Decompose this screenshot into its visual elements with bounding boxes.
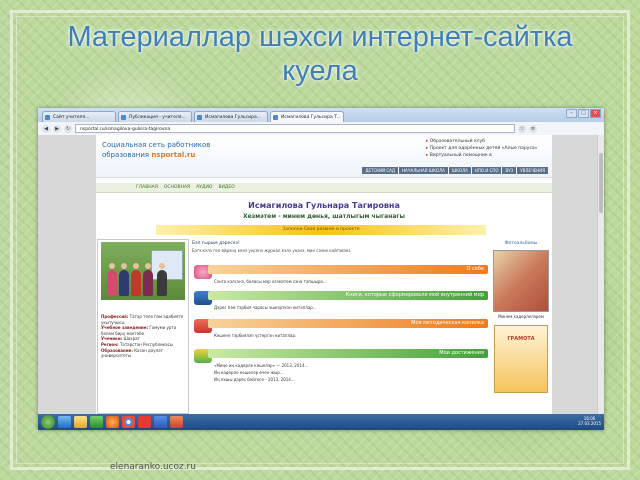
page-subtitle: Хезмэтем - минем дөнья, шатлыгым чыганаг… xyxy=(243,213,405,220)
forward-icon[interactable]: ▶ xyxy=(53,124,61,133)
slide-caption: elenaranko.ucoz.ru xyxy=(110,462,196,472)
site-header: Социальная сеть работников образования n… xyxy=(96,135,552,178)
chrome-icon[interactable] xyxy=(122,416,135,428)
sub-nav-item[interactable]: АУДИО xyxy=(196,183,212,192)
description-text: Бэгэ кэлэ гел өйрэнү кенэ уңсенэ журнал … xyxy=(192,248,351,253)
header-link[interactable]: Проект для одарённых детей «Алые паруса» xyxy=(426,145,538,152)
slide-title-line1: Материаллар шәхси интернет-сайтка xyxy=(67,21,573,53)
header-link[interactable]: Виртуальный помощник в xyxy=(426,152,537,159)
slide-title: Материаллар шәхси интернет-сайтка куела xyxy=(0,20,640,88)
favicon-icon xyxy=(45,115,50,120)
diploma-image[interactable]: ГРАМОТА xyxy=(494,325,548,393)
system-clock[interactable]: 16:06 27.03.2015 xyxy=(578,416,601,426)
yandex-icon[interactable] xyxy=(138,416,151,428)
sub-nav: ГЛАВНАЯ ОСНОВНАЯ АУДИО ВИДЕО xyxy=(96,183,552,193)
top-nav-item[interactable]: НАЧАЛЬНАЯ ШКОЛА xyxy=(399,167,448,174)
browser-tab-active[interactable]: Исмагилова Гульсира Т... xyxy=(270,111,344,122)
profile-info: Профессия: Татар теле һэм әдәбияте укыту… xyxy=(101,314,185,359)
clock-date: 27.03.2015 xyxy=(578,421,601,426)
profile-row: Учебное заведение: Гомуми урта белем бир… xyxy=(101,325,177,336)
profile-row: Образование: Казан дәүләт университеты xyxy=(101,347,163,359)
album-photo[interactable] xyxy=(493,250,549,312)
star-icon[interactable]: ☆ xyxy=(518,124,526,133)
maximize-button[interactable]: □ xyxy=(578,109,589,118)
favicon-icon xyxy=(197,115,202,120)
browser-navbar: ◀ ▶ ↻ nsportal.ru/ismagilova-gulsira-tag… xyxy=(38,122,604,136)
site-logo-line2[interactable]: образования nsportal.ru xyxy=(102,151,195,159)
top-nav-item[interactable]: ВУЗ xyxy=(502,167,517,174)
header-link[interactable]: Образовательный клуб xyxy=(426,138,537,145)
powerpoint-icon[interactable] xyxy=(170,416,183,428)
section-line: Кешене тэрбиялэп үстергэн китаплар. xyxy=(214,333,297,338)
player-icon[interactable] xyxy=(90,416,103,428)
site-logo-line1[interactable]: Социальная сеть работников xyxy=(102,141,210,149)
sub-nav-item[interactable]: ВИДЕО xyxy=(218,183,234,192)
top-nav-item[interactable]: УВЛЕЧЕНИЯ xyxy=(517,167,548,174)
close-button[interactable]: × xyxy=(590,109,601,118)
slide-title-line2: куела xyxy=(282,55,358,87)
word-icon[interactable] xyxy=(154,416,167,428)
photo-person xyxy=(107,263,117,296)
photo-person xyxy=(119,263,129,296)
section-line: Сэнга кэлсэнэ, баласы мэр хэзмэтем сэна … xyxy=(214,279,327,284)
profile-row: Профессия: Татар теле һэм әдәбияте укыту… xyxy=(101,314,184,325)
center-column: Бэп гырым дэрескэ! Бэгэ кэлэ гел өйрэнү … xyxy=(190,239,488,414)
photo-person xyxy=(131,263,141,296)
favicon-icon xyxy=(121,115,126,120)
section-band[interactable]: Моя методическая копилка xyxy=(208,319,488,328)
sub-nav-item[interactable]: ГЛАВНАЯ xyxy=(136,183,158,192)
window-controls: – □ × xyxy=(566,109,601,118)
photo-person xyxy=(143,263,153,296)
sub-nav-item[interactable]: ОСНОВНАЯ xyxy=(164,183,190,192)
photo-album-title[interactable]: Фотоальбомы xyxy=(490,241,552,246)
ie-icon[interactable] xyxy=(58,416,71,428)
page-scrollbar[interactable] xyxy=(597,135,604,414)
browser-tabbar: Сайт учителя... Публикация - учителя... … xyxy=(38,108,604,122)
section-line: Иң яхшы дэрес бәйгесе - 2013, 2014... xyxy=(214,377,295,382)
header-links: Образовательный клуб Проект для одарённы… xyxy=(426,138,538,159)
browser-tab[interactable]: Сайт учителя... xyxy=(42,111,116,122)
section-line: Иң кадерле кешелэр өчен жыр... xyxy=(214,370,284,375)
album-caption: Минем кадерлелэрем xyxy=(498,314,544,319)
welcome-text: Бэп гырым дэрескэ! xyxy=(192,241,240,246)
browser-screenshot: Сайт учителя... Публикация - учителя... … xyxy=(38,108,604,430)
top-nav: ДЕТСКИЙ САД НАЧАЛЬНАЯ ШКОЛА ШКОЛА НПО И … xyxy=(362,167,548,174)
menu-icon[interactable]: ≡ xyxy=(529,124,537,133)
section-line: Дэрес һэм тэрбия чарасы эшкэрткэн китапл… xyxy=(214,305,317,310)
start-icon[interactable] xyxy=(41,415,55,429)
owner-name: Исмагилова Гульнара Тагировна xyxy=(248,201,400,210)
photo-board xyxy=(151,250,183,280)
back-icon[interactable]: ◀ xyxy=(42,124,50,133)
top-nav-item[interactable]: ДЕТСКИЙ САД xyxy=(362,167,399,174)
site-brand: nsportal.ru xyxy=(151,151,196,159)
scrollbar-thumb[interactable] xyxy=(599,153,603,213)
browser-viewport: Социальная сеть работников образования n… xyxy=(38,135,604,414)
group-photo xyxy=(101,242,185,300)
taskbar: 16:06 27.03.2015 xyxy=(38,414,604,430)
reload-icon[interactable]: ↻ xyxy=(64,124,72,133)
section-band[interactable]: Книги, которые сформировали мой внутренн… xyxy=(208,291,488,300)
resume-banner[interactable]: Заполни Свое резюме в проекте xyxy=(156,225,486,235)
favicon-icon xyxy=(273,115,278,120)
right-column: Фотоальбомы Минем кадерлелэрем ГРАМОТА xyxy=(490,239,552,414)
section-line: «Миңе иң кадерле кешелэр» — 2013, 2014..… xyxy=(214,363,309,368)
address-bar[interactable]: nsportal.ru/ismagilova-gulsira-tagirovna xyxy=(75,124,515,133)
section-band[interactable]: О себе xyxy=(208,265,488,274)
web-page: Социальная сеть работников образования n… xyxy=(96,135,552,414)
minimize-button[interactable]: – xyxy=(566,109,577,118)
browser-tab[interactable]: Исмагилова Гульсира... xyxy=(194,111,268,122)
photo-person xyxy=(157,263,167,296)
top-nav-item[interactable]: НПО И СПО xyxy=(471,167,502,174)
top-nav-item[interactable]: ШКОЛА xyxy=(448,167,471,174)
folder-icon[interactable] xyxy=(74,416,87,428)
firefox-icon[interactable] xyxy=(106,416,119,428)
browser-tab[interactable]: Публикация - учителя... xyxy=(118,111,192,122)
section-band[interactable]: Мои достижения xyxy=(208,349,488,358)
left-column: Профессия: Татар теле һэм әдәбияте укыту… xyxy=(97,239,189,414)
